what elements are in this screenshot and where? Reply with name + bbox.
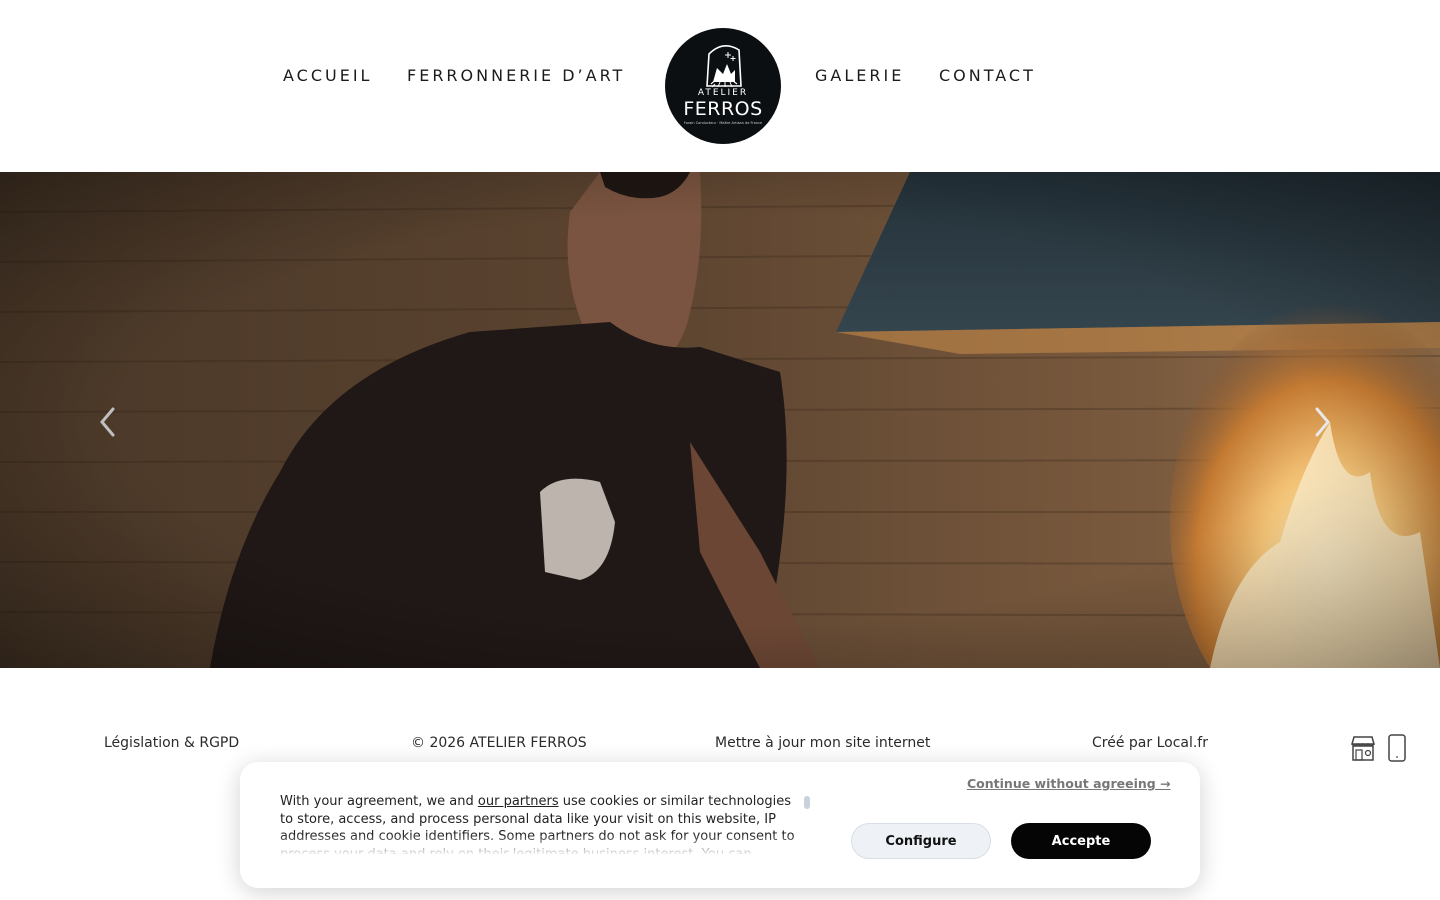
slider-next-button[interactable]: [1313, 406, 1343, 446]
nav-contact[interactable]: CONTACT: [939, 66, 1036, 86]
slider-prev-button[interactable]: [97, 406, 127, 446]
our-partners-link[interactable]: our partners: [478, 794, 559, 809]
cookie-text-scrollbar[interactable]: [804, 796, 810, 809]
hero-image: [0, 172, 1440, 668]
chevron-left-icon: [100, 407, 115, 437]
logo-top-text: ATELIER: [697, 88, 749, 98]
footer-update-site-link[interactable]: Mettre à jour mon site internet: [715, 735, 930, 751]
mobile-icon: [1388, 734, 1406, 762]
site-logo[interactable]: ATELIER FERROS Forain Conducteur · Maîtr…: [665, 28, 781, 144]
footer-credit-link[interactable]: Créé par Local.fr: [1092, 735, 1208, 751]
hero-slider: [0, 172, 1440, 668]
anvil-fire-emblem-icon: [706, 45, 742, 88]
nav-galerie[interactable]: GALERIE: [815, 66, 904, 86]
continue-without-agreeing-link[interactable]: Continue without agreeing →: [967, 776, 1171, 792]
footer-copyright: © 2026 ATELIER FERROS: [411, 735, 587, 751]
logo-main-text: FERROS: [683, 98, 763, 120]
cookie-text-fade: [280, 834, 800, 856]
nav-ferronnerie-dart[interactable]: FERRONNERIE D’ART: [407, 66, 625, 86]
footer-shop-button[interactable]: [1348, 733, 1378, 763]
shop-icon: [1351, 736, 1375, 761]
footer-legal-link[interactable]: Législation & RGPD: [104, 735, 239, 751]
configure-button[interactable]: Configure: [851, 823, 991, 859]
cookie-consent-banner: With your agreement, we and our partners…: [240, 762, 1200, 888]
accept-button[interactable]: Accepte: [1011, 823, 1151, 859]
chevron-right-icon: [1315, 407, 1330, 437]
nav-accueil[interactable]: ACCUEIL: [283, 66, 372, 86]
logo-sub-text: Forain Conducteur · Maître Artisan de Fr…: [683, 121, 763, 125]
footer-mobile-button[interactable]: [1385, 733, 1409, 763]
site-header: ACCUEIL FERRONNERIE D’ART ATELIER FERROS…: [0, 0, 1440, 172]
cookie-text-before: With your agreement, we and: [280, 794, 478, 809]
